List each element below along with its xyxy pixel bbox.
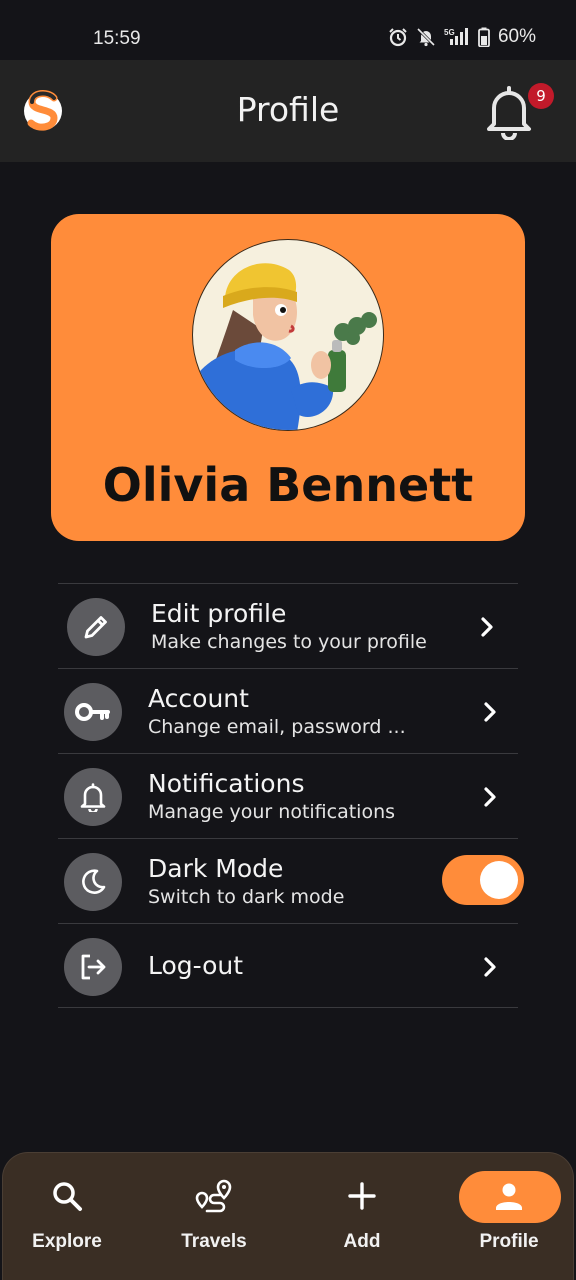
bottom-nav: Explore Travels Add Profile (2, 1152, 574, 1280)
status-bar: 15:59 5G 60% (0, 0, 576, 60)
settings-item-title: Dark Mode (148, 854, 284, 883)
moon-icon (64, 853, 122, 911)
chevron-right-icon (484, 957, 496, 977)
settings-item-title: Log-out (148, 951, 244, 980)
nav-label: Travels (181, 1231, 247, 1252)
settings-item-logout[interactable]: Log-out (58, 923, 518, 1008)
dark-mode-toggle[interactable] (442, 855, 524, 905)
app-bar: Profile (0, 60, 576, 162)
settings-item-dark-mode: Dark Mode Switch to dark mode (58, 838, 524, 923)
nav-label: Explore (32, 1231, 102, 1252)
mute-icon (416, 27, 436, 47)
chevron-right-icon (484, 702, 496, 722)
notification-badge: 9 (528, 83, 554, 109)
search-icon (53, 1182, 82, 1211)
alarm-icon (389, 28, 407, 47)
nav-item-add[interactable]: Add (292, 1153, 432, 1280)
status-time: 15:59 (93, 28, 141, 49)
chevron-right-icon (484, 787, 496, 807)
nav-label: Profile (479, 1231, 539, 1252)
pencil-icon (67, 598, 125, 656)
nav-label: Add (343, 1231, 381, 1252)
status-icons: 5G 60% (388, 26, 536, 48)
svg-text:5G: 5G (444, 28, 455, 37)
toggle-knob (480, 861, 518, 899)
logout-icon (64, 938, 122, 996)
settings-item-account[interactable]: Account Change email, password ... (58, 668, 518, 753)
settings-item-title: Edit profile (151, 599, 287, 628)
settings-item-subtitle: Make changes to your profile (151, 631, 427, 653)
notification-bell-icon[interactable] (484, 84, 534, 140)
chevron-right-icon (481, 617, 493, 637)
settings-item-notifications[interactable]: Notifications Manage your notifications (58, 753, 518, 838)
battery-percentage: 60% (497, 26, 536, 47)
avatar[interactable] (192, 239, 384, 431)
bell-icon (64, 768, 122, 826)
plus-icon (348, 1182, 376, 1210)
profile-card: Olivia Bennett (51, 214, 525, 541)
settings-item-subtitle: Change email, password ... (148, 716, 406, 738)
settings-item-subtitle: Manage your notifications (148, 801, 396, 823)
battery-icon (478, 27, 490, 47)
nav-item-explore[interactable]: Explore (0, 1153, 137, 1280)
route-icon (195, 1179, 232, 1213)
person-icon (496, 1183, 522, 1210)
profile-name: Olivia Bennett (102, 458, 474, 512)
nav-item-profile[interactable]: Profile (439, 1153, 576, 1280)
settings-item-subtitle: Switch to dark mode (148, 886, 345, 908)
signal-icon: 5G (444, 28, 468, 45)
settings-list: Edit profile Make changes to your profil… (58, 583, 524, 1008)
settings-item-title: Notifications (148, 769, 305, 798)
settings-item-edit-profile[interactable]: Edit profile Make changes to your profil… (58, 583, 518, 668)
settings-item-title: Account (148, 684, 249, 713)
nav-item-travels[interactable]: Travels (144, 1153, 284, 1280)
avatar-illustration (193, 263, 377, 430)
key-icon (64, 683, 122, 741)
